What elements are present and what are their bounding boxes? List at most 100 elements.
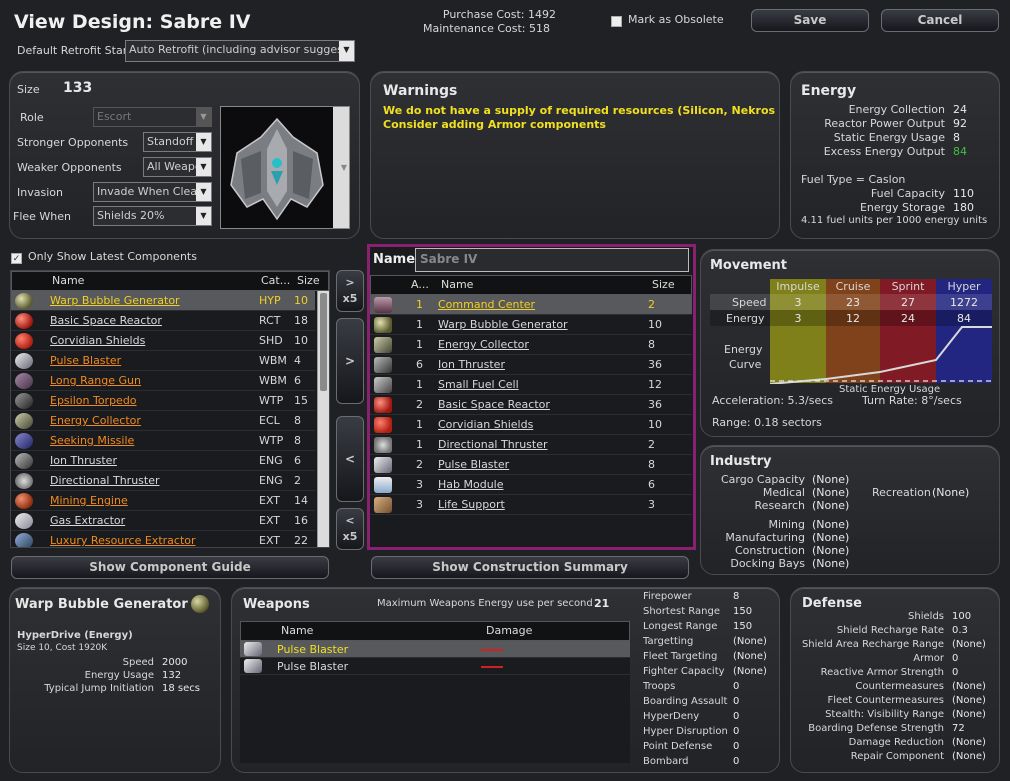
design-component-row[interactable]: 1 Warp Bubble Generator 10 (370, 315, 692, 335)
movement-title: Movement (710, 258, 787, 273)
only-latest-label: Only Show Latest Components (28, 250, 197, 263)
component-name[interactable]: Pulse Blaster (50, 354, 121, 367)
component-name[interactable]: Long Range Gun (50, 374, 141, 387)
component-name[interactable]: Warp Bubble Generator (50, 294, 180, 307)
weapon-stat-label: Firepower (643, 591, 692, 602)
acceleration: Acceleration: 5.3/secs (712, 394, 834, 407)
movement-column-header: Cruise (835, 280, 871, 293)
component-row[interactable]: Directional Thruster ENG 2 (11, 471, 315, 491)
obsolete-checkbox[interactable] (611, 16, 622, 27)
component-size: 16 (294, 514, 308, 527)
design-component-size: 8 (648, 458, 655, 471)
design-component-row[interactable]: 2 Pulse Blaster 8 (370, 455, 692, 475)
design-component-row[interactable]: 2 Basic Space Reactor 36 (370, 395, 692, 415)
retrofit-dropdown[interactable]: Auto Retrofit (including advisor suggest… (125, 40, 355, 62)
weaker-value: All Weapo (147, 160, 202, 173)
weapon-row[interactable]: Pulse Blaster (240, 641, 630, 658)
col-header-size[interactable]: Size (652, 278, 675, 291)
weapon-stat-value: 150 (733, 606, 753, 617)
design-component-name[interactable]: Life Support (438, 498, 505, 511)
design-component-name[interactable]: Basic Space Reactor (438, 398, 550, 411)
col-header-name[interactable]: Name (52, 274, 84, 287)
component-name[interactable]: Corvidian Shields (50, 334, 145, 347)
role-dropdown[interactable]: Escort ▼ (93, 107, 212, 127)
design-component-row[interactable]: 1 Energy Collector 8 (370, 335, 692, 355)
col-header-amount[interactable]: A... (411, 278, 429, 291)
design-component-row[interactable]: 1 Small Fuel Cell 12 (370, 375, 692, 395)
design-component-name[interactable]: Ion Thruster (438, 358, 505, 371)
flee-dropdown[interactable]: Shields 20% ▼ (93, 206, 212, 226)
show-construction-summary-button[interactable]: Show Construction Summary (371, 556, 689, 579)
remove-x5-button[interactable]: < x5 (336, 508, 364, 550)
design-component-row[interactable]: 1 Directional Thruster 2 (370, 435, 692, 455)
component-size: 10 (294, 334, 308, 347)
col-header-name[interactable]: Name (441, 278, 473, 291)
invasion-dropdown[interactable]: Invade When Clear ▼ (93, 182, 212, 202)
design-component-row[interactable]: 3 Hab Module 6 (370, 475, 692, 495)
design-component-name[interactable]: Small Fuel Cell (438, 378, 519, 391)
component-detail-size-cost: Size 10, Cost 1920K (17, 643, 108, 653)
component-row[interactable]: Luxury Resource Extractor EXT 22 (11, 531, 315, 547)
weaker-dropdown[interactable]: All Weapo ▼ (143, 157, 212, 177)
col-header-name[interactable]: Name (281, 624, 313, 637)
design-component-list: A... Name Size 1 Command Center 2 1 Warp Bub… (370, 275, 692, 546)
save-button[interactable]: Save (751, 9, 869, 32)
design-component-row[interactable]: 6 Ion Thruster 36 (370, 355, 692, 375)
manufacturing-label: Manufacturing (725, 531, 805, 544)
design-component-name[interactable]: Hab Module (438, 478, 504, 491)
sphere-icon (15, 293, 33, 309)
design-component-name[interactable]: Warp Bubble Generator (438, 318, 568, 331)
col-header-damage[interactable]: Damage (486, 624, 532, 637)
construction-label: Construction (734, 544, 805, 557)
design-component-row[interactable]: 1 Command Center 2 (370, 295, 692, 315)
component-row[interactable]: Mining Engine EXT 14 (11, 491, 315, 511)
warning-line: We do not have a supply of required reso… (383, 104, 780, 117)
component-row[interactable]: Gas Extractor EXT 16 (11, 511, 315, 531)
component-row[interactable]: Seeking Missile WTP 8 (11, 431, 315, 451)
design-component-row[interactable]: 3 Life Support 3 (370, 495, 692, 515)
col-header-size[interactable]: Size (297, 274, 320, 287)
component-size: 8 (294, 434, 301, 447)
component-row[interactable]: Corvidian Shields SHD 10 (11, 331, 315, 351)
component-row[interactable]: Long Range Gun WBM 6 (11, 371, 315, 391)
component-name[interactable]: Epsilon Torpedo (50, 394, 137, 407)
component-name[interactable]: Directional Thruster (50, 474, 160, 487)
stronger-dropdown[interactable]: Standoff ▼ (143, 132, 212, 152)
component-list-scrollbar[interactable] (317, 291, 329, 547)
design-component-row[interactable]: 1 Corvidian Shields 10 (370, 415, 692, 435)
remove-button[interactable]: < (336, 416, 364, 502)
component-name[interactable]: Energy Collector (50, 414, 141, 427)
design-component-name[interactable]: Directional Thruster (438, 438, 548, 451)
component-row[interactable]: Ion Thruster ENG 6 (11, 451, 315, 471)
speed-value: 1272 (950, 296, 978, 309)
docking-label: Docking Bays (730, 557, 805, 570)
component-row[interactable]: Basic Space Reactor RCT 18 (11, 311, 315, 331)
component-row[interactable]: Pulse Blaster WBM 4 (11, 351, 315, 371)
component-name[interactable]: Seeking Missile (50, 434, 134, 447)
weapon-row[interactable]: Pulse Blaster (240, 658, 630, 675)
design-component-name[interactable]: Command Center (438, 298, 535, 311)
scrollbar-thumb[interactable] (320, 293, 327, 391)
component-name[interactable]: Mining Engine (50, 494, 128, 507)
lux-extractor-icon (15, 533, 33, 547)
only-latest-checkbox[interactable]: ✓ (11, 253, 22, 264)
component-name[interactable]: Gas Extractor (50, 514, 125, 527)
component-row[interactable]: Warp Bubble Generator HYP 10 (11, 291, 315, 311)
col-header-category[interactable]: Cat... (261, 274, 290, 287)
component-name[interactable]: Basic Space Reactor (50, 314, 162, 327)
component-row[interactable]: Energy Collector ECL 8 (11, 411, 315, 431)
design-component-name[interactable]: Corvidian Shields (438, 418, 533, 431)
show-component-guide-button[interactable]: Show Component Guide (11, 556, 329, 579)
component-name[interactable]: Ion Thruster (50, 454, 117, 467)
add-button[interactable]: > (336, 318, 364, 404)
design-component-name[interactable]: Pulse Blaster (438, 458, 509, 471)
add-x5-button[interactable]: > x5 (336, 270, 364, 312)
design-component-name[interactable]: Energy Collector (438, 338, 529, 351)
blaster-icon (244, 659, 262, 673)
cancel-button[interactable]: Cancel (881, 9, 999, 32)
component-name[interactable]: Luxury Resource Extractor (50, 534, 196, 547)
component-row[interactable]: Epsilon Torpedo WTP 15 (11, 391, 315, 411)
design-name-input[interactable]: Sabre IV (415, 248, 689, 272)
speed-value: 23 (846, 296, 860, 309)
ship-image-selector[interactable]: ▼ (220, 106, 350, 229)
